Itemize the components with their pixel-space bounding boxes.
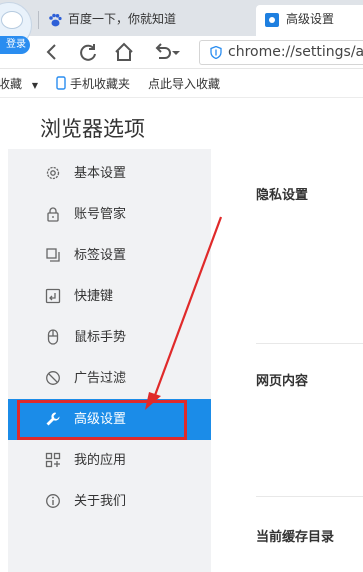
navigation-bar: chrome://settings/ad — [0, 36, 363, 69]
apps-icon — [45, 452, 61, 468]
sidebar-item-label: 快捷键 — [74, 289, 114, 304]
sidebar-item-account[interactable]: 账号管家 — [8, 194, 211, 235]
sidebar-item-label: 关于我们 — [74, 494, 127, 509]
bookmark-label: 手机收藏夹 — [70, 77, 131, 91]
back-icon[interactable] — [40, 40, 64, 64]
bookmark-label: 收藏 — [0, 77, 23, 91]
sidebar-item-label: 标签设置 — [74, 248, 127, 263]
block-icon — [46, 371, 60, 385]
tab-title: 高级设置 — [286, 12, 335, 26]
sidebar-item-mouse-gestures[interactable]: 鼠标手势 — [8, 317, 211, 358]
shortcut-icon — [45, 288, 61, 304]
settings-sidebar: 基本设置 账号管家 标签设置 快捷键 鼠标手势 广告过滤 高级设置 我的应用 关… — [8, 149, 219, 572]
chevron-down-icon[interactable] — [170, 40, 182, 64]
sidebar-item-shortcuts[interactable]: 快捷键 — [8, 276, 211, 317]
settings-page: 浏览器选项 基本设置 账号管家 标签设置 快捷键 鼠标手势 广告过滤 高级设置 … — [0, 99, 363, 572]
sidebar-item-label: 广告过滤 — [74, 371, 127, 386]
sidebar-item-label: 鼠标手势 — [74, 330, 127, 345]
login-button[interactable]: 登录 — [0, 36, 30, 54]
address-url: chrome://settings/ad — [228, 44, 363, 60]
tab-advanced-settings[interactable]: 高级设置 — [256, 5, 363, 36]
sidebar-item-ad-filter[interactable]: 广告过滤 — [8, 358, 211, 399]
bookmarks-bar: 收藏 ▼ 手机收藏夹 点此导入收藏 — [0, 70, 363, 98]
section-privacy: 隐私设置 — [256, 188, 309, 203]
section-web-content: 网页内容 — [256, 374, 309, 389]
divider — [256, 496, 363, 497]
bookmark-favorites[interactable]: 收藏 ▼ — [0, 70, 38, 100]
bookmark-mobile[interactable]: 手机收藏夹 — [56, 70, 130, 98]
tab-title: 百度一下，你就知道 — [68, 12, 177, 26]
gear-icon — [46, 166, 60, 180]
tabs-icon — [46, 248, 60, 262]
refresh-icon[interactable] — [76, 40, 100, 64]
bookmark-label: 点此导入收藏 — [148, 77, 221, 91]
wrench-icon — [46, 412, 60, 426]
sidebar-item-about[interactable]: 关于我们 — [8, 481, 211, 522]
lock-icon — [47, 207, 59, 222]
tab-separator — [38, 11, 39, 29]
phone-icon — [56, 76, 66, 90]
sidebar-item-tabs[interactable]: 标签设置 — [8, 235, 211, 276]
avatar-face-icon — [1, 11, 23, 29]
tab-baidu[interactable]: 百度一下，你就知道 — [38, 5, 258, 36]
divider — [256, 343, 363, 344]
page-title: 浏览器选项 — [40, 117, 145, 141]
section-cache-directory: 当前缓存目录 — [256, 530, 335, 545]
sidebar-item-label: 基本设置 — [74, 166, 127, 181]
sidebar-item-label: 高级设置 — [74, 412, 127, 427]
bookmark-import[interactable]: 点此导入收藏 — [148, 70, 220, 98]
baidu-paw-icon — [49, 13, 62, 27]
sidebar-item-my-apps[interactable]: 我的应用 — [8, 440, 211, 481]
tab-strip: 百度一下，你就知道 高级设置 — [0, 0, 363, 36]
info-icon — [46, 494, 60, 508]
sidebar-item-label: 账号管家 — [74, 207, 127, 222]
sidebar-item-advanced[interactable]: 高级设置 — [8, 399, 219, 440]
sidebar-item-label: 我的应用 — [74, 453, 127, 468]
address-bar[interactable]: chrome://settings/ad — [199, 40, 363, 65]
sidebar-item-basic[interactable]: 基本设置 — [8, 153, 211, 194]
home-icon[interactable] — [112, 40, 136, 64]
shield-icon — [210, 46, 222, 59]
chevron-down-icon: ▼ — [31, 81, 38, 90]
settings-gear-icon — [265, 13, 279, 27]
mouse-icon — [47, 329, 59, 345]
